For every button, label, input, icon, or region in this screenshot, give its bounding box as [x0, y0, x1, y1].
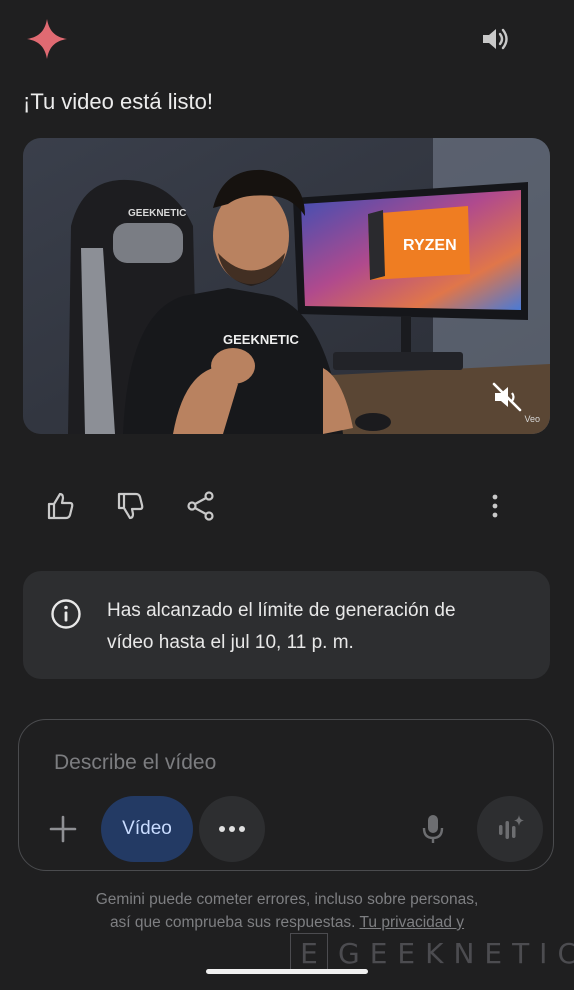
chair-brand-label: GEEKNETIC — [128, 208, 186, 219]
plus-icon[interactable] — [47, 813, 79, 845]
volume-icon[interactable] — [478, 22, 512, 56]
volume-off-icon[interactable] — [490, 380, 524, 414]
gemini-spark-icon — [26, 18, 68, 60]
disclaimer-text: así que comprueba sus respuestas. — [109, 914, 356, 931]
limit-notice-text: Has alcanzado el límite de generación de… — [107, 595, 527, 659]
limit-notice-card: Has alcanzado el límite de generación de… — [23, 571, 550, 679]
prompt-input[interactable]: Describe el vídeo — [54, 751, 216, 775]
thumbs-up-icon[interactable] — [42, 488, 78, 524]
info-icon — [49, 597, 83, 631]
veo-tag: Veo — [524, 414, 540, 424]
disclaimer: Gemini puede cometer errores, incluso so… — [0, 888, 574, 934]
home-indicator[interactable] — [206, 969, 368, 974]
video-box-label: RYZEN — [403, 237, 457, 254]
more-vertical-icon[interactable] — [477, 488, 513, 524]
disclaimer-line-2: así que comprueba sus respuestas. Tu pri… — [0, 911, 574, 934]
thumbs-down-icon[interactable] — [112, 488, 148, 524]
shirt-brand-label: GEEKNETIC — [223, 332, 299, 347]
microphone-icon[interactable] — [419, 812, 447, 846]
notice-line-2: vídeo hasta el jul 10, 11 p. m. — [107, 632, 354, 653]
prompt-composer[interactable]: Describe el vídeo Vídeo — [18, 719, 554, 871]
generated-video-player[interactable]: RYZEN GEEKNETIC GEEKNETIC Veo — [23, 138, 550, 434]
video-mode-chip[interactable]: Vídeo — [101, 796, 193, 862]
disclaimer-line-1: Gemini puede cometer errores, incluso so… — [95, 891, 479, 908]
notice-line-1: Has alcanzado el límite de generación de — [107, 600, 456, 621]
response-title: ¡Tu video está listo! — [23, 89, 213, 114]
gemini-live-icon[interactable] — [477, 796, 543, 862]
privacy-link[interactable]: Tu privacidad y — [360, 914, 465, 931]
geeknetic-watermark: E GEEKNETIC — [290, 933, 574, 973]
share-icon[interactable] — [183, 488, 219, 524]
more-horizontal-icon[interactable] — [199, 796, 265, 862]
watermark-logo-box: E — [290, 933, 328, 973]
watermark-text: GEEKNETIC — [338, 936, 574, 970]
